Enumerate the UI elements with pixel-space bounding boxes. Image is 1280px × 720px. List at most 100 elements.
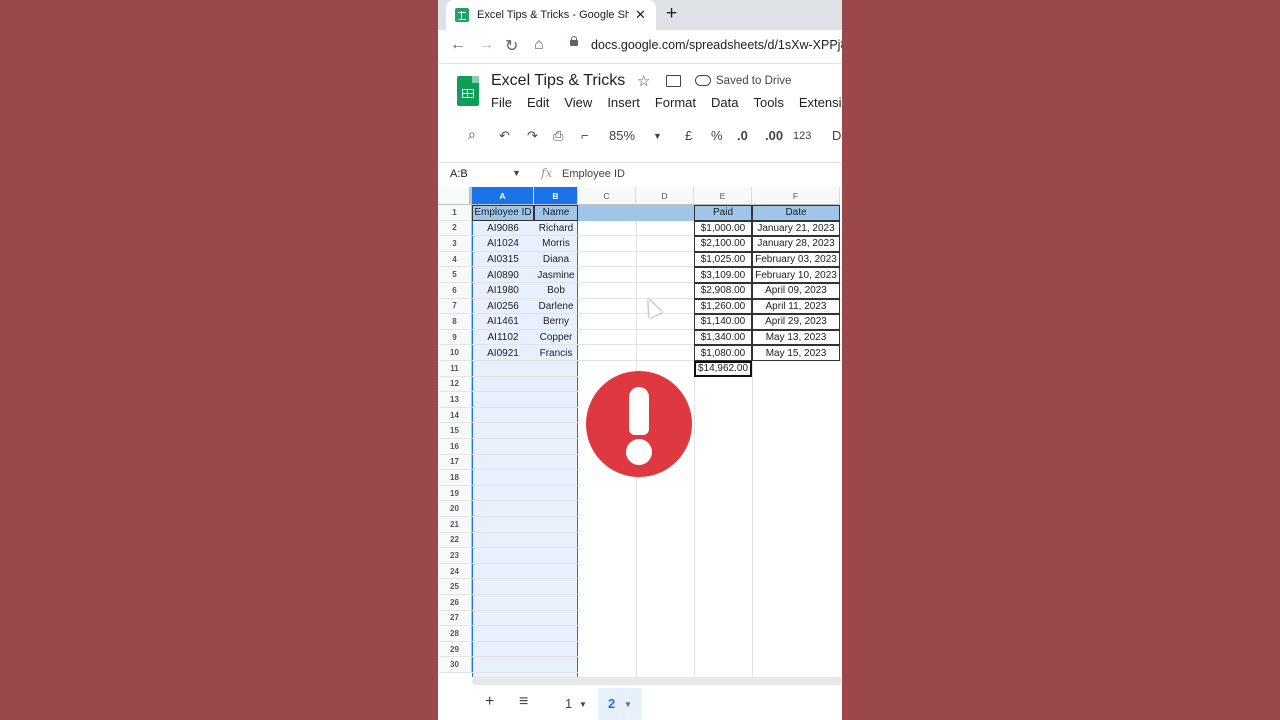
row-header-8[interactable]: 8 bbox=[438, 314, 472, 330]
date-cell[interactable]: April 09, 2023 bbox=[752, 283, 840, 299]
menu-view[interactable]: View bbox=[564, 95, 592, 110]
column-header-a[interactable]: A bbox=[472, 187, 534, 205]
reload-icon[interactable]: ↻ bbox=[505, 36, 518, 56]
employee-id-cell[interactable]: AI0921 bbox=[472, 345, 534, 361]
column-header-c[interactable]: C bbox=[578, 187, 636, 205]
move-folder-icon[interactable] bbox=[666, 75, 681, 87]
menu-format[interactable]: Format bbox=[655, 95, 696, 110]
paid-cell[interactable]: $1,260.00 bbox=[694, 298, 752, 315]
row-header-13[interactable]: 13 bbox=[438, 392, 472, 408]
paid-cell[interactable]: $1,025.00 bbox=[694, 251, 752, 268]
paid-cell[interactable]: $2,100.00 bbox=[694, 236, 752, 252]
name-box[interactable]: A:B bbox=[450, 168, 468, 180]
row-header-17[interactable]: 17 bbox=[438, 454, 472, 471]
decrease-decimal-button[interactable]: .0 bbox=[737, 128, 748, 143]
employee-id-cell[interactable]: AI1980 bbox=[472, 283, 534, 299]
employee-id-cell[interactable]: AI0256 bbox=[472, 299, 534, 315]
document-title[interactable]: Excel Tips & Tricks bbox=[491, 72, 625, 90]
menu-extensions[interactable]: Extensions bbox=[799, 95, 842, 110]
name-cell[interactable]: Bob bbox=[534, 283, 578, 299]
browser-tab[interactable]: Excel Tips & Tricks - Google Sheets ✕ bbox=[446, 0, 656, 30]
employee-id-cell[interactable]: AI1024 bbox=[472, 236, 534, 252]
header-paid[interactable]: Paid bbox=[694, 205, 752, 221]
name-cell[interactable]: Richard bbox=[534, 221, 578, 237]
paid-cell[interactable]: $1,000.00 bbox=[694, 220, 752, 237]
date-cell[interactable]: May 15, 2023 bbox=[752, 345, 840, 361]
zoom-select[interactable]: 85% bbox=[609, 128, 635, 143]
increase-decimal-button[interactable]: .00 bbox=[765, 128, 783, 143]
close-tab-icon[interactable]: ✕ bbox=[635, 7, 646, 23]
employee-id-cell[interactable]: AI0315 bbox=[472, 252, 534, 268]
all-sheets-button[interactable]: ≡ bbox=[519, 693, 528, 711]
format-percent-button[interactable]: % bbox=[711, 128, 723, 143]
paid-cell[interactable]: $2,908.00 bbox=[694, 283, 752, 299]
column-header-d[interactable]: D bbox=[636, 187, 694, 205]
row-header-2[interactable]: 2 bbox=[438, 220, 472, 237]
sheets-logo-icon[interactable] bbox=[457, 76, 479, 106]
row-header-7[interactable]: 7 bbox=[438, 298, 472, 315]
header-date[interactable]: Date bbox=[752, 205, 840, 221]
row-header-25[interactable]: 25 bbox=[438, 579, 472, 595]
format-currency-button[interactable]: £ bbox=[685, 128, 692, 143]
row-header-28[interactable]: 28 bbox=[438, 626, 472, 642]
menu-data[interactable]: Data bbox=[711, 95, 738, 110]
header-name[interactable]: Name bbox=[534, 205, 578, 221]
row-header-19[interactable]: 19 bbox=[438, 485, 472, 502]
row-header-21[interactable]: 21 bbox=[438, 517, 472, 533]
print-icon[interactable]: ⎙ bbox=[553, 128, 563, 144]
new-tab-icon[interactable]: + bbox=[666, 3, 677, 25]
row-header-11[interactable]: 11 bbox=[438, 361, 472, 377]
home-icon[interactable]: ⌂ bbox=[534, 36, 544, 54]
back-arrow-icon[interactable]: ← bbox=[450, 36, 466, 54]
name-cell[interactable]: Berny bbox=[534, 314, 578, 330]
redo-icon[interactable]: ↷ bbox=[527, 128, 538, 144]
row-header-12[interactable]: 12 bbox=[438, 376, 472, 393]
name-box-dropdown-icon[interactable]: ▼ bbox=[512, 168, 521, 178]
name-cell[interactable]: Copper bbox=[534, 330, 578, 346]
row-header-24[interactable]: 24 bbox=[438, 563, 472, 580]
select-all-corner[interactable] bbox=[438, 187, 472, 205]
sheet-tab-2-dropdown-icon[interactable]: ▼ bbox=[624, 700, 632, 709]
column-header-f[interactable]: F bbox=[752, 187, 840, 205]
row-header-22[interactable]: 22 bbox=[438, 532, 472, 549]
column-header-b[interactable]: B bbox=[534, 187, 578, 205]
paid-cell[interactable]: $1,140.00 bbox=[694, 314, 752, 330]
add-sheet-button[interactable]: + bbox=[485, 693, 494, 711]
star-icon[interactable]: ☆ bbox=[637, 72, 650, 90]
number-format-button[interactable]: 123 bbox=[793, 130, 811, 142]
row-header-4[interactable]: 4 bbox=[438, 251, 472, 268]
sheet-tab-2-active[interactable]: 2 ▼ bbox=[598, 688, 642, 720]
url-field[interactable]: docs.google.com/spreadsheets/d/1sXw-XPPj… bbox=[591, 38, 842, 52]
search-icon[interactable]: ⌕ bbox=[468, 126, 476, 143]
row-header-27[interactable]: 27 bbox=[438, 610, 472, 627]
paid-cell[interactable]: $1,340.00 bbox=[694, 329, 752, 346]
employee-id-cell[interactable]: AI1102 bbox=[472, 330, 534, 346]
menu-insert[interactable]: Insert bbox=[607, 95, 640, 110]
row-header-23[interactable]: 23 bbox=[438, 548, 472, 564]
employee-id-cell[interactable]: AI9086 bbox=[472, 221, 534, 237]
paint-format-icon[interactable]: ⌐ bbox=[581, 128, 589, 143]
header-employee-id[interactable]: Employee ID bbox=[472, 205, 534, 221]
forward-arrow-icon[interactable]: → bbox=[478, 36, 494, 54]
row-header-5[interactable]: 5 bbox=[438, 267, 472, 283]
date-cell[interactable]: January 28, 2023 bbox=[752, 236, 840, 252]
row-header-14[interactable]: 14 bbox=[438, 407, 472, 424]
row-header-10[interactable]: 10 bbox=[438, 345, 472, 361]
date-cell[interactable]: January 21, 2023 bbox=[752, 220, 840, 237]
horizontal-scrollbar[interactable] bbox=[472, 677, 842, 685]
name-cell[interactable]: Morris bbox=[534, 236, 578, 252]
row-header-15[interactable]: 15 bbox=[438, 423, 472, 439]
row-header-6[interactable]: 6 bbox=[438, 283, 472, 299]
sheet-tab-1-dropdown-icon[interactable]: ▼ bbox=[579, 700, 587, 709]
paid-cell[interactable]: $1,080.00 bbox=[694, 345, 752, 361]
row-header-16[interactable]: 16 bbox=[438, 439, 472, 455]
menu-file[interactable]: File bbox=[491, 95, 512, 110]
name-cell[interactable]: Francis bbox=[534, 345, 578, 361]
row-header-30[interactable]: 30 bbox=[438, 657, 472, 673]
row-header-26[interactable]: 26 bbox=[438, 595, 472, 611]
name-cell[interactable]: Jasmine bbox=[534, 267, 578, 283]
menu-tools[interactable]: Tools bbox=[753, 95, 783, 110]
date-cell[interactable]: February 03, 2023 bbox=[752, 251, 840, 268]
total-paid-cell[interactable]: $14,962.00 bbox=[694, 361, 752, 377]
menu-edit[interactable]: Edit bbox=[527, 95, 549, 110]
